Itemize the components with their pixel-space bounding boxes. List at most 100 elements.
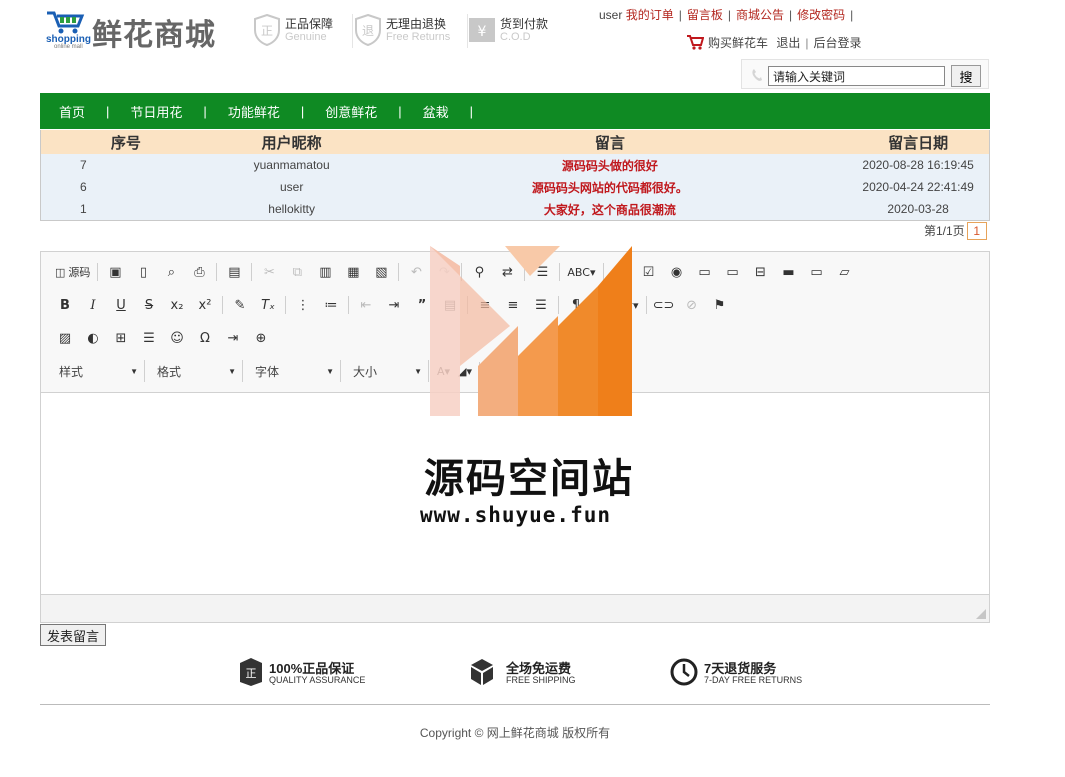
shield-genuine-icon: 正 xyxy=(254,14,280,46)
admin-login-link[interactable]: 后台登录 xyxy=(814,36,862,50)
submit-message-button[interactable]: 发表留言 xyxy=(40,624,107,646)
table-icon[interactable]: ⊞ xyxy=(109,327,133,349)
unlink-icon[interactable]: ⊘ xyxy=(680,294,704,316)
outdent-icon[interactable]: ⇤ xyxy=(354,294,378,316)
promise-divider xyxy=(352,14,353,48)
image-icon[interactable]: ▨ xyxy=(53,327,77,349)
numbered-list-icon[interactable]: ⋮ xyxy=(291,294,315,316)
genuine-icon: 正 xyxy=(240,658,262,686)
nav-item-home[interactable]: 首页 xyxy=(59,102,85,121)
preview-icon[interactable]: ⌕ xyxy=(159,261,183,283)
page-break-icon[interactable]: ⇥ xyxy=(221,327,245,349)
promise-subtitle: Free Returns xyxy=(386,31,451,43)
special-char-icon[interactable]: Ω xyxy=(193,327,217,349)
copy-format-icon[interactable]: ✎ xyxy=(228,294,252,316)
nav-item-holiday[interactable]: 节日用花 xyxy=(130,102,182,121)
underline-icon[interactable]: U xyxy=(109,294,133,316)
column-header-date: 留言日期 xyxy=(847,130,989,154)
phone-icon xyxy=(752,69,762,81)
bulleted-list-icon[interactable]: ≔ xyxy=(319,294,343,316)
superscript-icon[interactable]: x² xyxy=(193,294,217,316)
cell-id: 1 xyxy=(41,198,211,220)
chevron-down-icon: ▼ xyxy=(414,366,422,376)
subscript-icon[interactable]: x₂ xyxy=(165,294,189,316)
bold-icon[interactable]: B xyxy=(53,294,77,316)
logout-link[interactable]: 退出 xyxy=(776,36,800,50)
column-header-user: 用户昵称 xyxy=(210,130,373,154)
cell-date: 2020-08-28 16:19:45 xyxy=(847,154,989,176)
indent-icon[interactable]: ⇥ xyxy=(382,294,406,316)
cut-icon[interactable]: ✂ xyxy=(257,261,281,283)
watermark-logo xyxy=(430,246,632,416)
smiley-icon[interactable]: ☺ xyxy=(165,327,189,349)
search-input[interactable] xyxy=(768,66,945,86)
top-links: user 我的订单 | 留言板 | 商城公告 | 修改密码 | xyxy=(599,8,854,22)
promise-returns: 退 无理由退换 Free Returns xyxy=(354,14,468,48)
promise-genuine: 正 正品保障 Genuine xyxy=(253,14,353,48)
iframe-icon[interactable]: ⊕ xyxy=(249,327,273,349)
textfield-icon[interactable]: ▭ xyxy=(693,261,717,283)
paste-text-icon[interactable]: ▦ xyxy=(341,261,365,283)
templates-icon[interactable]: ▤ xyxy=(222,261,246,283)
button-field-icon[interactable]: ▬ xyxy=(777,261,801,283)
format-dropdown[interactable]: 格式 ▼ xyxy=(151,360,243,382)
flash-icon[interactable]: ◐ xyxy=(81,327,105,349)
main-nav: 首页 | 节日用花 | 功能鲜花 | 创意鲜花 | 盆栽 | xyxy=(40,93,990,129)
copy-icon[interactable]: ⧉ xyxy=(285,261,309,283)
source-button[interactable]: ◫ 源码 xyxy=(53,261,92,283)
print-icon[interactable]: ⎙ xyxy=(187,261,211,283)
nav-item-potted[interactable]: 盆栽 xyxy=(423,102,449,121)
box-icon xyxy=(471,659,493,685)
cell-message: 大家好，这个商品很潮流 xyxy=(372,198,848,220)
nav-item-functional[interactable]: 功能鲜花 xyxy=(228,102,280,121)
page-number-current[interactable]: 1 xyxy=(966,222,987,240)
undo-icon[interactable]: ↶ xyxy=(404,261,428,283)
font-label: 字体 xyxy=(255,364,280,379)
store-notice-link[interactable]: 商城公告 xyxy=(736,8,784,22)
select-field-icon[interactable]: ⊟ xyxy=(749,261,773,283)
nav-separator: | xyxy=(398,103,402,119)
hidden-field-icon[interactable]: ▱ xyxy=(833,261,857,283)
site-logo[interactable]: shopping online mall 鲜花商城 xyxy=(44,8,234,53)
image-button-icon[interactable]: ▭ xyxy=(805,261,829,283)
textarea-icon[interactable]: ▭ xyxy=(721,261,745,283)
my-orders-link[interactable]: 我的订单 xyxy=(626,8,674,22)
resize-handle-icon[interactable] xyxy=(976,609,986,619)
format-label: 格式 xyxy=(157,364,182,379)
service-subtitle: QUALITY ASSURANCE xyxy=(269,675,366,685)
chevron-down-icon: ▼ xyxy=(130,366,138,376)
cell-date: 2020-04-24 22:41:49 xyxy=(847,176,989,198)
search-button[interactable]: 搜 xyxy=(951,65,981,87)
strike-icon[interactable]: S xyxy=(137,294,161,316)
italic-icon[interactable]: I xyxy=(81,294,105,316)
cell-user: hellokitty xyxy=(210,198,373,220)
save-icon[interactable]: ▣ xyxy=(103,261,127,283)
link-icon[interactable]: ⊂⊃ xyxy=(652,294,676,316)
svg-text:¥: ¥ xyxy=(478,24,487,40)
promise-title: 无理由退换 xyxy=(386,17,447,31)
radio-icon[interactable]: ◉ xyxy=(665,261,689,283)
chevron-down-icon: ▼ xyxy=(228,366,236,376)
paste-icon[interactable]: ▥ xyxy=(313,261,337,283)
size-dropdown[interactable]: 大小 ▼ xyxy=(347,360,429,382)
new-page-icon[interactable]: ▯ xyxy=(131,261,155,283)
cart-link[interactable]: 购买鲜花车 xyxy=(708,36,768,50)
table-row: 6 user 源码码头网站的代码都很好。 2020-04-24 22:41:49 xyxy=(41,176,989,198)
checkbox-icon[interactable]: ☑ xyxy=(637,261,661,283)
paste-word-icon[interactable]: ▧ xyxy=(369,261,393,283)
styles-dropdown[interactable]: 样式 ▼ xyxy=(53,360,145,382)
nav-item-creative[interactable]: 创意鲜花 xyxy=(325,102,377,121)
footer-divider xyxy=(40,704,990,705)
anchor-flag-icon[interactable]: ⚑ xyxy=(708,294,732,316)
cell-date: 2020-03-28 xyxy=(847,198,989,220)
horizontal-rule-icon[interactable]: ☰ xyxy=(137,327,161,349)
logo-subtext-small: online mall xyxy=(54,44,83,50)
font-dropdown[interactable]: 字体 ▼ xyxy=(249,360,341,382)
remove-format-icon[interactable]: Tₓ xyxy=(256,294,280,316)
change-password-link[interactable]: 修改密码 xyxy=(797,8,845,22)
source-icon: ◫ xyxy=(55,265,66,279)
size-label: 大小 xyxy=(353,364,378,379)
message-board-link[interactable]: 留言板 xyxy=(687,8,723,22)
table-header-row: 序号 用户昵称 留言 留言日期 xyxy=(41,130,989,154)
cell-id: 7 xyxy=(41,154,211,176)
